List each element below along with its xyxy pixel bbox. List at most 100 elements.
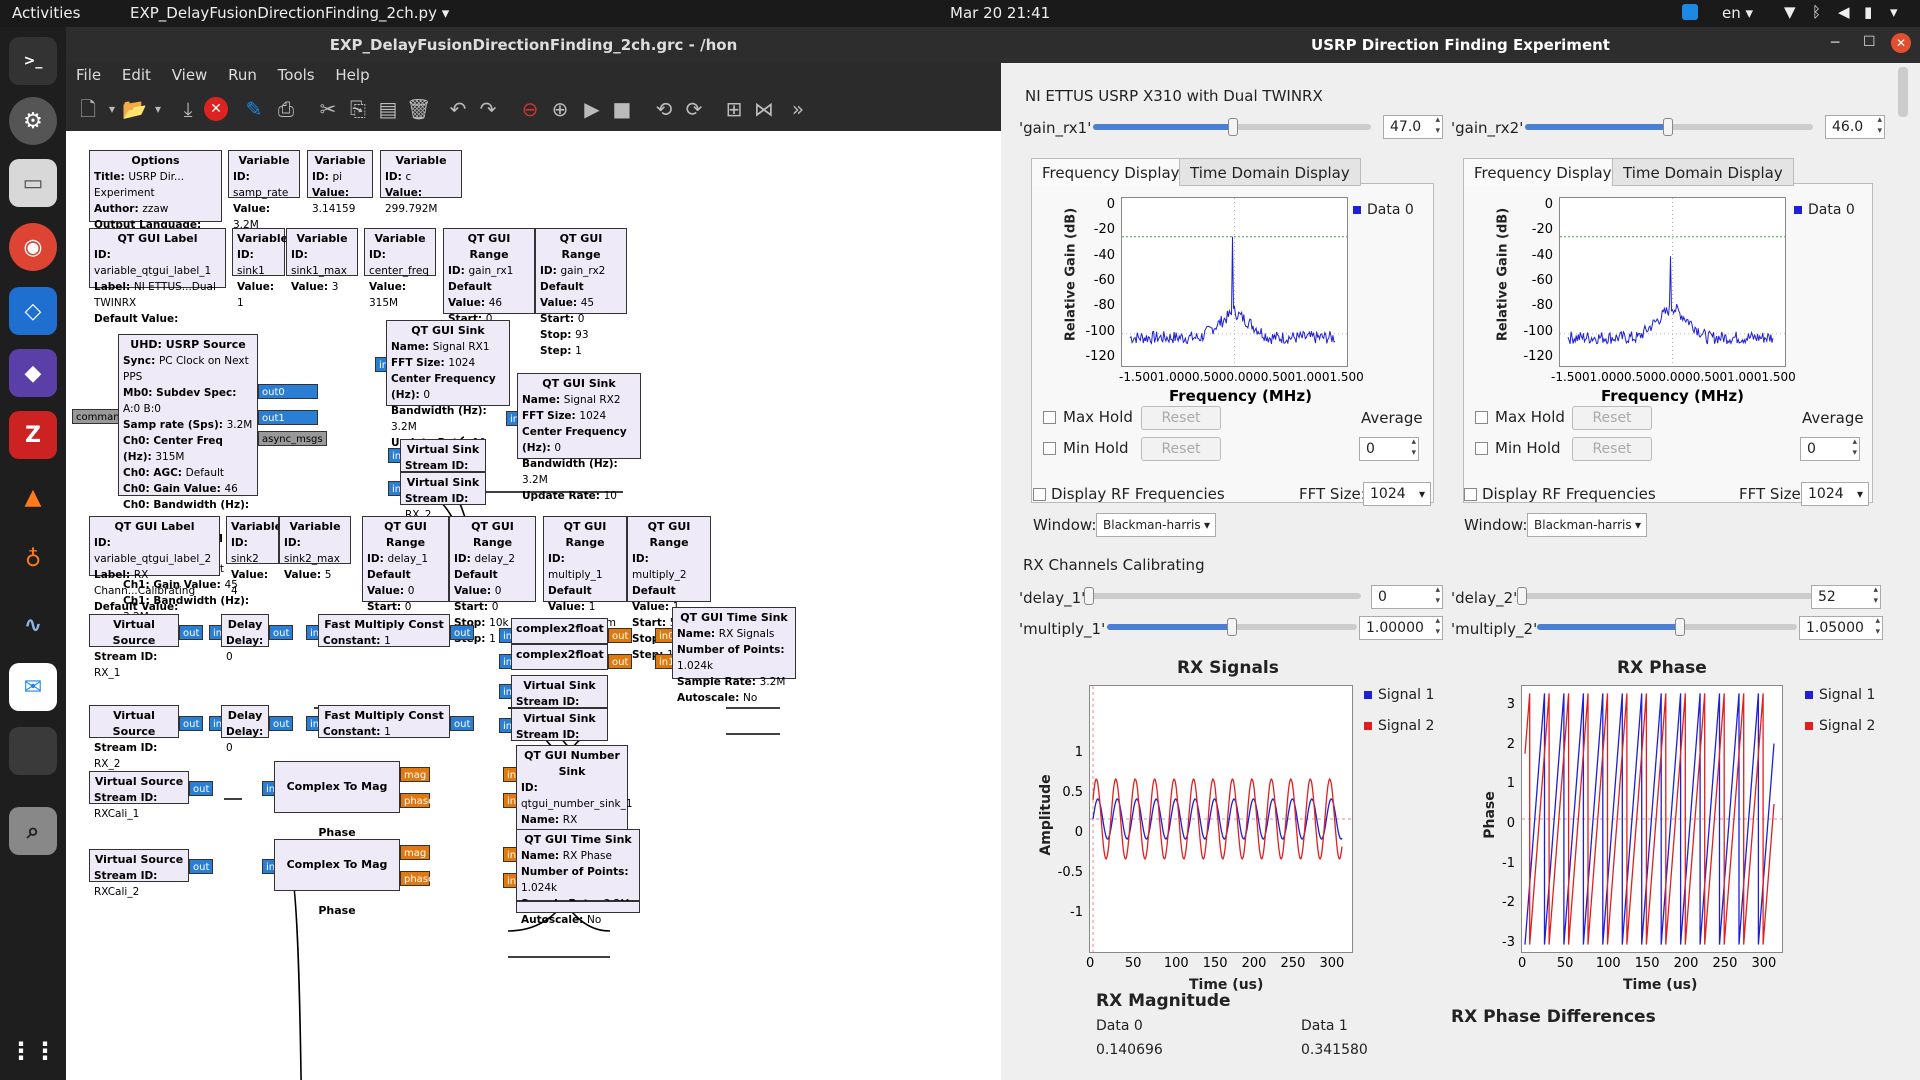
- window-combo-1[interactable]: Blackman-harris: [1096, 513, 1216, 537]
- delay-1-spinbox[interactable]: 0: [1371, 585, 1443, 609]
- chrome-icon[interactable]: ◉: [9, 223, 57, 271]
- virtual-source-rxcali2-block[interactable]: Virtual Source Stream ID: RXCali_2: [89, 849, 189, 898]
- more-icon[interactable]: »: [786, 97, 810, 121]
- display-rf-checkbox-2[interactable]: [1464, 488, 1477, 501]
- qt-gui-range-multiply1-block[interactable]: QT GUI Range ID: multiply_1 Default Value:…: [543, 516, 627, 661]
- fmc1-out-port[interactable]: out: [450, 625, 475, 640]
- wifi-icon[interactable]: ▼: [1784, 3, 1796, 21]
- gain-rx1-spinbox[interactable]: 47.0: [1383, 115, 1443, 139]
- menu-edit[interactable]: Edit: [122, 63, 151, 87]
- qt-gui-label-2-block[interactable]: QT GUI Label ID: variable_qtgui_label_2 La…: [89, 516, 220, 613]
- bluetooth-icon[interactable]: ᛒ: [1812, 3, 1821, 21]
- qt-gui-range-delay2-block[interactable]: QT GUI Range ID: delay_2 Default Value: 0 S…: [449, 516, 536, 645]
- reset-button-max-1[interactable]: Reset: [1141, 406, 1221, 430]
- undo-icon[interactable]: ↶: [446, 97, 470, 121]
- new-file-icon[interactable]: 🗋: [76, 97, 100, 121]
- tray-app-icon[interactable]: [1682, 4, 1698, 20]
- tab-frequency-display-1[interactable]: Frequency Display: [1031, 158, 1191, 186]
- app-grid-icon[interactable]: ⋮⋮: [9, 1027, 57, 1075]
- delay-2-block[interactable]: Delay Delay: 0: [221, 705, 269, 754]
- new-dropdown-icon[interactable]: ▾: [100, 97, 124, 121]
- menu-help[interactable]: Help: [335, 63, 369, 87]
- multiply-1-slider[interactable]: [1107, 618, 1357, 636]
- minimize-icon[interactable]: ─: [1831, 35, 1839, 51]
- power-menu-icon[interactable]: ▾: [1890, 3, 1898, 21]
- delay-2-spinbox[interactable]: 52: [1811, 585, 1881, 609]
- vscode-icon[interactable]: ◇: [9, 287, 57, 335]
- tab-time-domain-display-2[interactable]: Time Domain Display: [1612, 158, 1794, 186]
- partial-block[interactable]: [516, 901, 640, 913]
- qt-gui-time-sink-phase-block[interactable]: QT GUI Time Sink Name: RX Phase Number of …: [516, 829, 640, 926]
- delay1-out-port[interactable]: out: [269, 625, 294, 640]
- reset-button-max-2[interactable]: Reset: [1572, 406, 1652, 430]
- qt-gui-sink-rx1-block[interactable]: QT GUI Sink Name: Signal RX1 FFT Size: 102…: [386, 320, 510, 449]
- multiply-2-spinbox[interactable]: 1.05000: [1799, 616, 1883, 640]
- min-hold-checkbox-2[interactable]: [1475, 442, 1488, 455]
- activities-button[interactable]: Activities: [12, 4, 80, 22]
- bypass-icon[interactable]: ⊕: [548, 97, 572, 121]
- virtual-sink-rxcali1-block[interactable]: Virtual SinkStream ID: RXCali_1: [511, 675, 608, 724]
- obsidian-icon[interactable]: ◆: [9, 349, 57, 397]
- menu-view[interactable]: View: [172, 63, 208, 87]
- window-combo-2[interactable]: Blackman-harris: [1527, 513, 1647, 537]
- out1-port[interactable]: out1: [258, 410, 318, 425]
- vsrc1-out-port[interactable]: out: [179, 625, 204, 640]
- virtual-sink-rx2-block[interactable]: Virtual Sink Stream ID: RX_2: [400, 472, 486, 521]
- volume-icon[interactable]: ◀: [1838, 3, 1850, 21]
- async-msgs-port[interactable]: async_msgs: [258, 431, 327, 446]
- search-icon[interactable]: ⌕: [9, 807, 57, 855]
- gain-rx2-slider[interactable]: [1525, 118, 1813, 136]
- virtual-source-rxcali1-block[interactable]: Virtual Source Stream ID: RXCali_1: [89, 771, 189, 820]
- max-hold-checkbox-1[interactable]: [1043, 411, 1056, 424]
- fmc2-out-port[interactable]: out: [450, 716, 475, 731]
- active-window-icon[interactable]: [9, 727, 57, 775]
- virtual-source-rx1-block[interactable]: Virtual Source Stream ID: RX_1: [89, 614, 179, 679]
- cmp2-mag-port[interactable]: mag: [400, 845, 430, 860]
- menu-file[interactable]: File: [76, 63, 101, 87]
- open-icon[interactable]: 📂: [122, 97, 147, 121]
- variable-pi-block[interactable]: Variable ID: pi Value: 3.14159: [307, 150, 373, 215]
- battery-icon[interactable]: ▮: [1864, 3, 1872, 21]
- close-icon[interactable]: ✕: [204, 97, 228, 121]
- close-window-icon[interactable]: ✕: [1891, 33, 1911, 53]
- rotate-ccw-icon[interactable]: ⟲: [652, 97, 676, 121]
- qt-gui-time-sink-signals-block[interactable]: QT GUI Time Sink Name: RX Signals Number o…: [672, 607, 796, 704]
- delay2-out-port[interactable]: out: [269, 716, 294, 731]
- clock[interactable]: Mar 20 21:41: [950, 4, 1050, 22]
- qt-gui-number-sink-block[interactable]: QT GUI Number Sink ID: qtgui_number_sink_…: [516, 745, 633, 906]
- vsrc2-out-port[interactable]: out: [179, 716, 204, 731]
- paste-icon[interactable]: ▤: [376, 97, 400, 121]
- display-rf-checkbox-1[interactable]: [1033, 488, 1046, 501]
- radio-app-icon[interactable]: ♁: [9, 535, 57, 583]
- variable-sink2-block[interactable]: Variable ID: sink2 Value: 4: [226, 516, 282, 597]
- delay-1-block[interactable]: Delay Delay: 0: [221, 614, 269, 663]
- email-client-icon[interactable]: ✉: [9, 663, 57, 711]
- variable-c-block[interactable]: Variable ID: c Value: 299.792M: [380, 150, 462, 215]
- settings-icon[interactable]: ⚙: [9, 97, 57, 145]
- flowgraph-canvas[interactable]: Options Title: USRP Dir... Experiment Auth…: [66, 131, 1001, 1080]
- c2f2-out-port[interactable]: out: [608, 654, 633, 669]
- qt-gui-label-1-block[interactable]: QT GUI Label ID: variable_qtgui_label_1 La…: [89, 228, 226, 325]
- variable-samp-rate-block[interactable]: Variable ID: samp_rate Value: 3.2M: [228, 150, 300, 231]
- cmp1-mag-port[interactable]: mag: [400, 767, 430, 782]
- variable-center-freq-block[interactable]: Variable ID: center_freq Value: 315M: [364, 228, 436, 309]
- average-spinbox-2[interactable]: 0: [1800, 437, 1860, 461]
- reset-button-min-1[interactable]: Reset: [1141, 437, 1221, 461]
- virtual-source-rx2-block[interactable]: Virtual Source Stream ID: RX_2: [89, 705, 179, 770]
- vsrc4-out-port[interactable]: out: [189, 859, 214, 874]
- qt-gui-range-multiply2-block[interactable]: QT GUI Range ID: multiply_2 Default Value:…: [627, 516, 711, 661]
- delay-2-slider[interactable]: [1517, 587, 1813, 605]
- terminal-icon[interactable]: >_: [9, 37, 57, 85]
- out0-port[interactable]: out0: [258, 384, 318, 399]
- delay-1-slider[interactable]: [1084, 587, 1361, 605]
- multiply-2-slider[interactable]: [1537, 618, 1797, 636]
- stop-icon[interactable]: ■: [610, 97, 634, 121]
- redo-icon[interactable]: ↷: [476, 97, 500, 121]
- app-menu[interactable]: EXP_DelayFusionDirectionFinding_2ch.py ▾: [130, 4, 449, 22]
- open-dropdown-icon[interactable]: ▾: [146, 97, 170, 121]
- qt-gui-range-delay1-block[interactable]: QT GUI Range ID: delay_1 Default Value: 0 S…: [362, 516, 449, 645]
- scrollbar[interactable]: [1898, 67, 1908, 117]
- cmp2-phase-port[interactable]: phase: [400, 871, 434, 886]
- qt-gui-sink-rx2-block[interactable]: QT GUI Sink Name: Signal RX2 FFT Size: 102…: [517, 373, 641, 502]
- max-hold-checkbox-2[interactable]: [1475, 411, 1488, 424]
